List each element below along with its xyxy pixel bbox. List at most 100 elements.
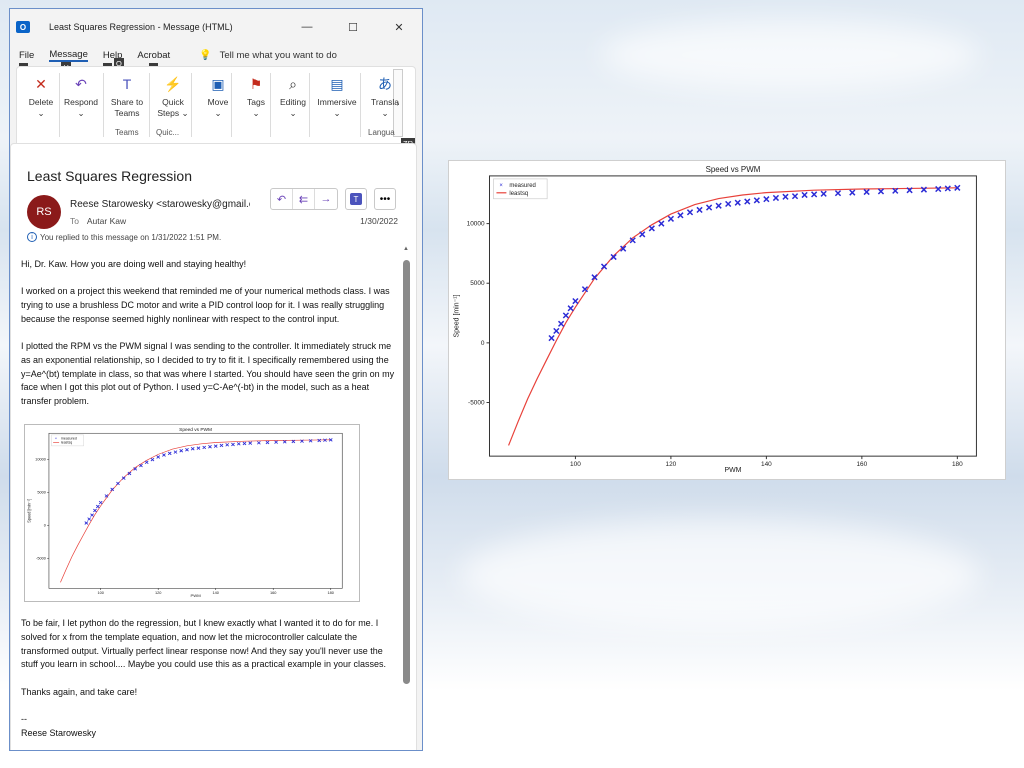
x-tick-label: 160 xyxy=(856,461,867,468)
replied-notice: i You replied to this message on 1/31/20… xyxy=(27,232,221,242)
ribbon-button-sublabel: Steps ⌄ xyxy=(157,108,189,118)
recipient-name[interactable]: Autar Kaw xyxy=(87,216,126,226)
menu-bar: File F Message H Help E Acrobat B 💡 Tell… xyxy=(10,45,422,74)
menu-file-label: File xyxy=(19,50,35,61)
move-icon: ▣ xyxy=(211,75,225,92)
ribbon-separator xyxy=(360,73,361,137)
scroll-up-icon[interactable]: ▲ xyxy=(403,246,409,252)
ribbon-separator xyxy=(149,73,150,137)
close-icon[interactable]: ✕ xyxy=(376,9,422,45)
outlook-message-window: O Least Squares Regression - Message (HT… xyxy=(9,8,423,751)
ribbon-share-tobutton[interactable]: T Share to Teams xyxy=(107,75,147,119)
message-reading-pane: Least Squares Regression RS Reese Starow… xyxy=(10,143,417,750)
tell-me-search[interactable]: 💡 Tell me what you want to do Q xyxy=(114,50,337,69)
message-scrollbar[interactable]: ▲ ▼ xyxy=(403,246,410,750)
legend-measured-label: measured xyxy=(509,183,535,189)
ribbon-button-sublabel: ⌄ xyxy=(333,108,341,118)
chart-background xyxy=(449,161,1005,479)
menu-acrobat-label: Acrobat xyxy=(137,50,171,61)
ribbon-button-label: Quick xyxy=(162,97,184,107)
sender-name[interactable]: Reese Starowesky <starowesky@gmail.com> xyxy=(70,199,250,210)
legend-measured-label: measured xyxy=(61,437,77,441)
y-tick-label: 5000 xyxy=(37,491,46,495)
embedded-chart-image: Speed vs PWM PWM Speed [min⁻¹] 100 120 140 160… xyxy=(24,424,360,603)
ribbon-separator xyxy=(309,73,310,137)
ribbon-editingbutton[interactable]: ⌕ Editing ⌄ xyxy=(273,75,313,119)
legend-measured-marker: × xyxy=(55,437,57,441)
ribbon-deletebutton[interactable]: ✕ Delete ⌄ xyxy=(21,75,61,119)
reply-all-icon[interactable]: ⇇ xyxy=(293,189,315,209)
x-tick-label: 140 xyxy=(212,591,218,595)
ribbon-translabutton[interactable]: あ Transla ⌄ xyxy=(365,75,405,119)
lightning-icon: ⚡ xyxy=(164,75,182,92)
menu-message-label: Message xyxy=(49,49,88,60)
maximize-icon[interactable]: ☐ xyxy=(330,9,376,45)
ribbon-separator xyxy=(103,73,104,137)
background-cloud xyxy=(460,520,980,630)
ribbon-respondbutton[interactable]: ↶ Respond ⌄ xyxy=(61,75,101,119)
background-cloud xyxy=(600,20,980,90)
teams-icon: T xyxy=(122,75,132,92)
ribbon-button-sublabel: ⌄ xyxy=(214,108,222,118)
menu-message[interactable]: Message H xyxy=(49,49,88,73)
minimize-icon[interactable]: — xyxy=(284,9,330,45)
ribbon-immersivebutton[interactable]: ▤ Immersive ⌄ xyxy=(313,75,361,119)
legend-leastsq-label: leastsq xyxy=(61,441,72,445)
chart-background xyxy=(25,425,359,602)
x-tick-label: 120 xyxy=(155,591,161,595)
avatar[interactable]: RS xyxy=(27,195,61,229)
ribbon-movebutton[interactable]: ▣ Move ⌄ xyxy=(198,75,238,119)
window-controls: — ☐ ✕ xyxy=(284,9,422,45)
ribbon-button-sublabel: Teams xyxy=(114,108,140,118)
ribbon-separator xyxy=(59,73,60,137)
ribbon-button-sublabel: ⌄ xyxy=(289,108,297,118)
legend-leastsq-label: leastsq xyxy=(509,191,528,197)
ribbon-group-label: Teams xyxy=(115,128,139,137)
scrollbar-thumb[interactable] xyxy=(403,260,410,684)
y-tick-label: 10000 xyxy=(467,221,485,228)
x-tick-label: 160 xyxy=(270,591,276,595)
recipient-line: To Autar Kaw xyxy=(70,216,126,226)
respond-icon: ↶ xyxy=(75,75,87,92)
message-actions: ↶ ⇇ → T ••• xyxy=(270,188,396,210)
y-tick-label: -5000 xyxy=(468,399,485,406)
body-paragraph: Thanks again, and take care! xyxy=(21,686,138,697)
x-tick-label: 140 xyxy=(761,461,772,468)
ribbon-separator xyxy=(191,73,192,137)
y-tick-label: -5000 xyxy=(36,557,46,561)
ribbon-button-label: Editing xyxy=(280,97,306,107)
ribbon-button-label: Delete xyxy=(28,97,54,107)
y-tick-label: 5000 xyxy=(470,280,485,287)
body-paragraph: Hi, Dr. Kaw. How you are doing well and … xyxy=(21,259,247,269)
ribbon-button-sublabel: ⌄ xyxy=(77,108,85,118)
ribbon: › ZR ✕Delete⌄↶Respond⌄TShare toTeams⚡Qui… xyxy=(16,66,416,149)
window-title: Least Squares Regression - Message (HTML… xyxy=(49,22,233,32)
body-paragraph: To be fair, I let python do the regressi… xyxy=(21,618,387,670)
ribbon-group-label: Langua xyxy=(368,128,395,137)
ribbon-button-label: Share to xyxy=(110,97,144,107)
speed-vs-pwm-chart: Speed vs PWM PWM Speed [min⁻¹] 100 120 140 160… xyxy=(448,160,1006,480)
ribbon-button-label: Transla xyxy=(370,97,400,107)
ribbon-button-sublabel: ⌄ xyxy=(381,108,389,118)
y-tick-label: 10000 xyxy=(35,458,46,462)
search-icon: ⌕ xyxy=(289,75,297,92)
ribbon-separator xyxy=(270,73,271,137)
reply-actions-group: ↶ ⇇ → xyxy=(270,188,338,210)
delete-icon: ✕ xyxy=(35,75,47,92)
signature-name: Reese Starowesky xyxy=(21,727,97,738)
translate-icon: あ xyxy=(378,75,392,92)
outlook-app-icon: O xyxy=(16,21,30,33)
forward-icon[interactable]: → xyxy=(315,189,337,209)
message-subject: Least Squares Regression xyxy=(27,168,192,184)
message-body: Hi, Dr. Kaw. How you are doing well and … xyxy=(21,258,397,740)
reply-icon[interactable]: ↶ xyxy=(271,189,293,209)
ribbon-quickbutton[interactable]: ⚡ Quick Steps ⌄ xyxy=(153,75,193,119)
share-to-teams-button[interactable]: T xyxy=(345,188,367,210)
menu-acrobat[interactable]: Acrobat B xyxy=(137,50,171,74)
menu-file[interactable]: File F xyxy=(19,50,35,74)
x-tick-label: 100 xyxy=(570,461,581,468)
y-tick-label: 0 xyxy=(44,524,46,528)
x-axis-label: PWM xyxy=(724,467,741,474)
more-actions-icon[interactable]: ••• xyxy=(374,188,396,210)
ribbon-group-label: Quic... xyxy=(156,128,180,137)
